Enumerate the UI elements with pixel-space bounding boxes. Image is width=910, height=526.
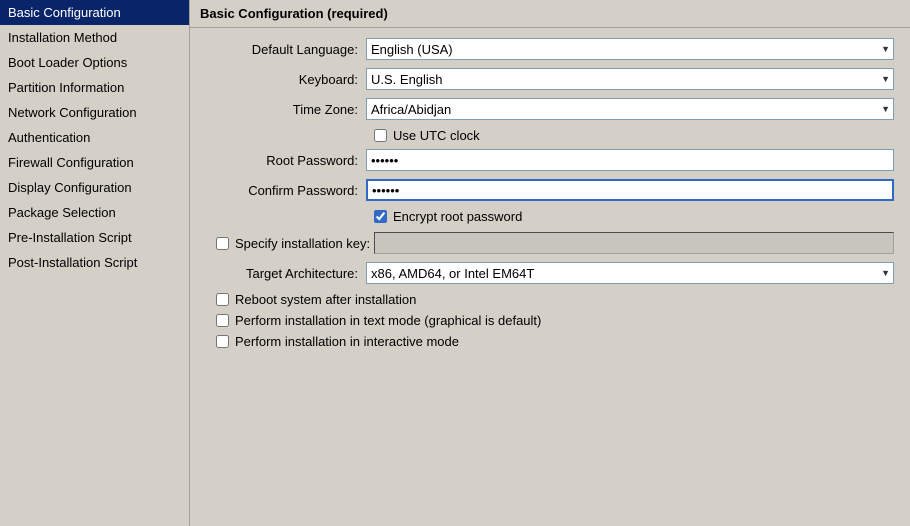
root-password-label: Root Password: <box>206 153 366 168</box>
interactive-row: Perform installation in interactive mode <box>206 334 894 349</box>
default-language-wrapper: English (USA) <box>366 38 894 60</box>
utc-checkbox-row: Use UTC clock <box>374 128 894 143</box>
sidebar-item-pre-install[interactable]: Pre-Installation Script <box>0 225 189 250</box>
utc-clock-label: Use UTC clock <box>393 128 480 143</box>
interactive-label: Perform installation in interactive mode <box>235 334 459 349</box>
timezone-row: Time Zone: Africa/Abidjan <box>206 98 894 120</box>
sidebar-item-firewall[interactable]: Firewall Configuration <box>0 150 189 175</box>
timezone-label: Time Zone: <box>206 102 366 117</box>
reboot-checkbox[interactable] <box>216 293 229 306</box>
default-language-row: Default Language: English (USA) <box>206 38 894 60</box>
target-arch-label: Target Architecture: <box>206 266 366 281</box>
confirm-password-input[interactable] <box>366 179 894 201</box>
sidebar-item-network[interactable]: Network Configuration <box>0 100 189 125</box>
timezone-wrapper: Africa/Abidjan <box>366 98 894 120</box>
keyboard-row: Keyboard: U.S. English <box>206 68 894 90</box>
confirm-password-label: Confirm Password: <box>206 183 366 198</box>
target-arch-row: Target Architecture: x86, AMD64, or Inte… <box>206 262 894 284</box>
main-content: Basic Configuration (required) Default L… <box>190 0 910 526</box>
keyboard-label: Keyboard: <box>206 72 366 87</box>
text-mode-checkbox[interactable] <box>216 314 229 327</box>
utc-clock-checkbox[interactable] <box>374 129 387 142</box>
specify-key-input[interactable] <box>374 232 894 254</box>
confirm-password-row: Confirm Password: <box>206 179 894 201</box>
keyboard-wrapper: U.S. English <box>366 68 894 90</box>
text-mode-label: Perform installation in text mode (graph… <box>235 313 541 328</box>
reboot-label: Reboot system after installation <box>235 292 416 307</box>
sidebar-item-post-install[interactable]: Post-Installation Script <box>0 250 189 275</box>
specify-key-label: Specify installation key: <box>235 236 370 251</box>
default-language-select[interactable]: English (USA) <box>366 38 894 60</box>
encrypt-label: Encrypt root password <box>393 209 522 224</box>
encrypt-row: Encrypt root password <box>206 209 894 224</box>
sidebar-item-display[interactable]: Display Configuration <box>0 175 189 200</box>
sidebar-item-partition[interactable]: Partition Information <box>0 75 189 100</box>
timezone-select[interactable]: Africa/Abidjan <box>366 98 894 120</box>
default-language-label: Default Language: <box>206 42 366 57</box>
page-title: Basic Configuration (required) <box>190 0 910 28</box>
root-password-wrapper <box>366 149 894 171</box>
sidebar-item-basic-config[interactable]: Basic Configuration <box>0 0 189 25</box>
target-arch-select[interactable]: x86, AMD64, or Intel EM64T <box>366 262 894 284</box>
confirm-password-wrapper <box>366 179 894 201</box>
target-arch-wrapper: x86, AMD64, or Intel EM64T <box>366 262 894 284</box>
interactive-checkbox[interactable] <box>216 335 229 348</box>
sidebar-item-installation-method[interactable]: Installation Method <box>0 25 189 50</box>
sidebar-item-packages[interactable]: Package Selection <box>0 200 189 225</box>
sidebar-item-boot-loader[interactable]: Boot Loader Options <box>0 50 189 75</box>
root-password-input[interactable] <box>366 149 894 171</box>
keyboard-select[interactable]: U.S. English <box>366 68 894 90</box>
text-mode-row: Perform installation in text mode (graph… <box>206 313 894 328</box>
utc-row: Use UTC clock <box>206 128 894 143</box>
specify-key-checkbox[interactable] <box>216 237 229 250</box>
sidebar: Basic Configuration Installation Method … <box>0 0 190 526</box>
reboot-row: Reboot system after installation <box>206 292 894 307</box>
encrypt-checkbox[interactable] <box>374 210 387 223</box>
root-password-row: Root Password: <box>206 149 894 171</box>
sidebar-item-auth[interactable]: Authentication <box>0 125 189 150</box>
specify-key-row: Specify installation key: <box>206 232 894 254</box>
